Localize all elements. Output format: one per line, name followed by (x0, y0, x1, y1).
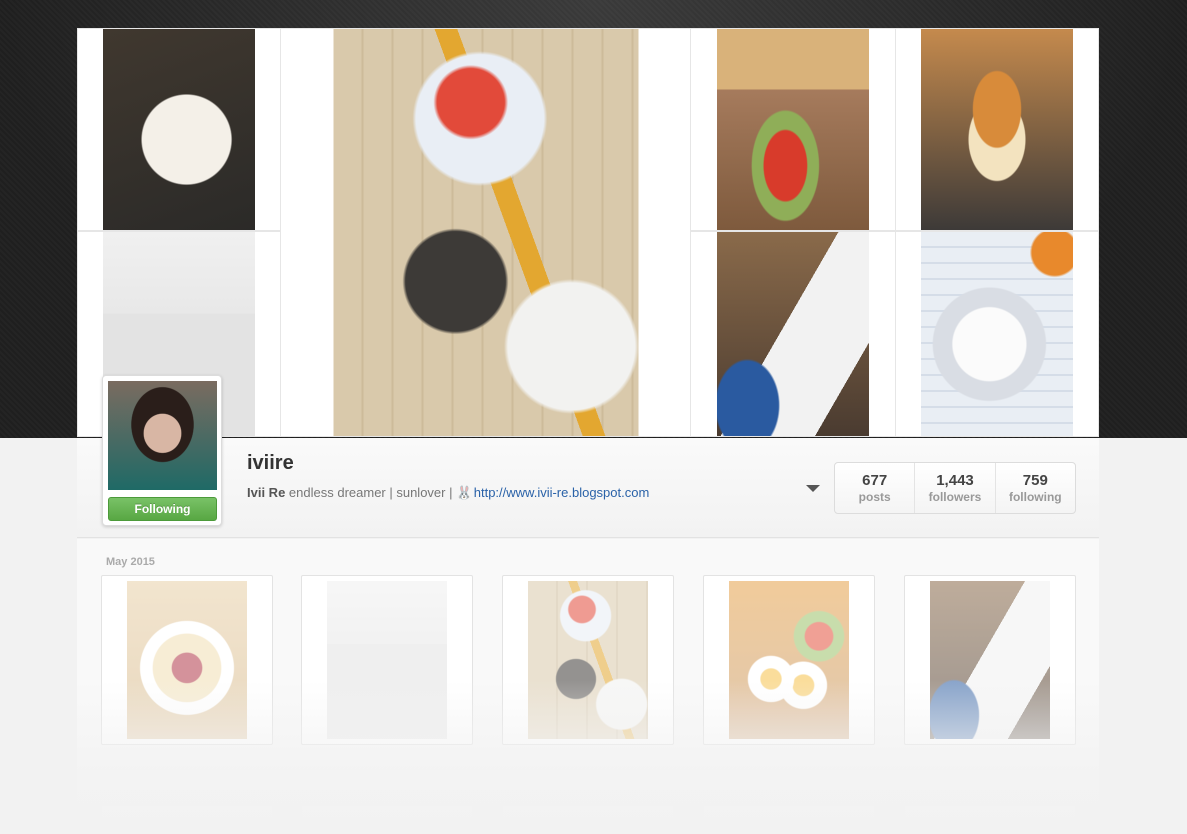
profile-full-name: Ivii Re (247, 485, 286, 500)
feed-photo[interactable] (904, 575, 1076, 745)
feed-photo[interactable] (502, 575, 674, 745)
feed-photo[interactable] (301, 575, 473, 745)
feed-photo[interactable] (904, 805, 1076, 834)
cover-photo-eggs[interactable] (895, 231, 1099, 437)
cover-photo-salad[interactable] (77, 28, 281, 231)
photo-image (930, 581, 1050, 739)
stat-following[interactable]: 759 following (994, 463, 1075, 513)
feed-photo[interactable] (101, 805, 273, 834)
avatar-card: Following (102, 375, 222, 526)
cover-photo-terrace[interactable] (690, 231, 896, 437)
photo-image (921, 29, 1073, 230)
photo-image (921, 232, 1073, 436)
photo-image (327, 581, 447, 739)
cover-photo-toast[interactable] (690, 28, 896, 231)
photo-image (717, 29, 869, 230)
profile-website-link[interactable]: http://www.ivii-re.blogspot.com (474, 485, 650, 500)
photo-image (528, 581, 648, 739)
feed-photo[interactable] (703, 805, 875, 834)
following-button[interactable]: Following (108, 497, 217, 521)
cover-mosaic (77, 28, 1099, 437)
photo-image (729, 581, 849, 739)
stat-value: 1,443 (936, 472, 974, 489)
avatar[interactable] (108, 381, 217, 490)
stat-value: 677 (862, 472, 888, 489)
profile-bio: Ivii Re endless dreamer | sunlover | 🐰 h… (247, 485, 649, 501)
feed-photo[interactable] (101, 575, 273, 745)
photo-image (717, 232, 869, 436)
feed-photo[interactable] (703, 575, 875, 745)
stat-label: posts (858, 490, 891, 504)
stat-value: 759 (1022, 472, 1048, 489)
stat-followers[interactable]: 1,443 followers (914, 463, 994, 513)
stat-posts[interactable]: 677 posts (835, 463, 914, 513)
profile-username: iviire (247, 452, 294, 474)
cover-photo-table[interactable] (280, 28, 691, 437)
feed-photo[interactable] (502, 805, 674, 834)
photo-image (103, 29, 255, 230)
photo-image (127, 581, 247, 739)
cover-photo-burger[interactable] (895, 28, 1099, 231)
bunny-icon: 🐰 (456, 485, 473, 500)
profile-stats: 677 posts 1,443 followers 759 following (834, 462, 1076, 514)
feed-month-label: May 2015 (106, 556, 155, 568)
stat-label: followers (928, 490, 982, 504)
stat-label: following (1008, 490, 1062, 504)
photo-image (333, 29, 638, 436)
profile-bio-text: endless dreamer | sunlover | (288, 485, 453, 500)
chevron-down-icon[interactable] (806, 485, 820, 492)
feed-photo[interactable] (301, 805, 473, 834)
